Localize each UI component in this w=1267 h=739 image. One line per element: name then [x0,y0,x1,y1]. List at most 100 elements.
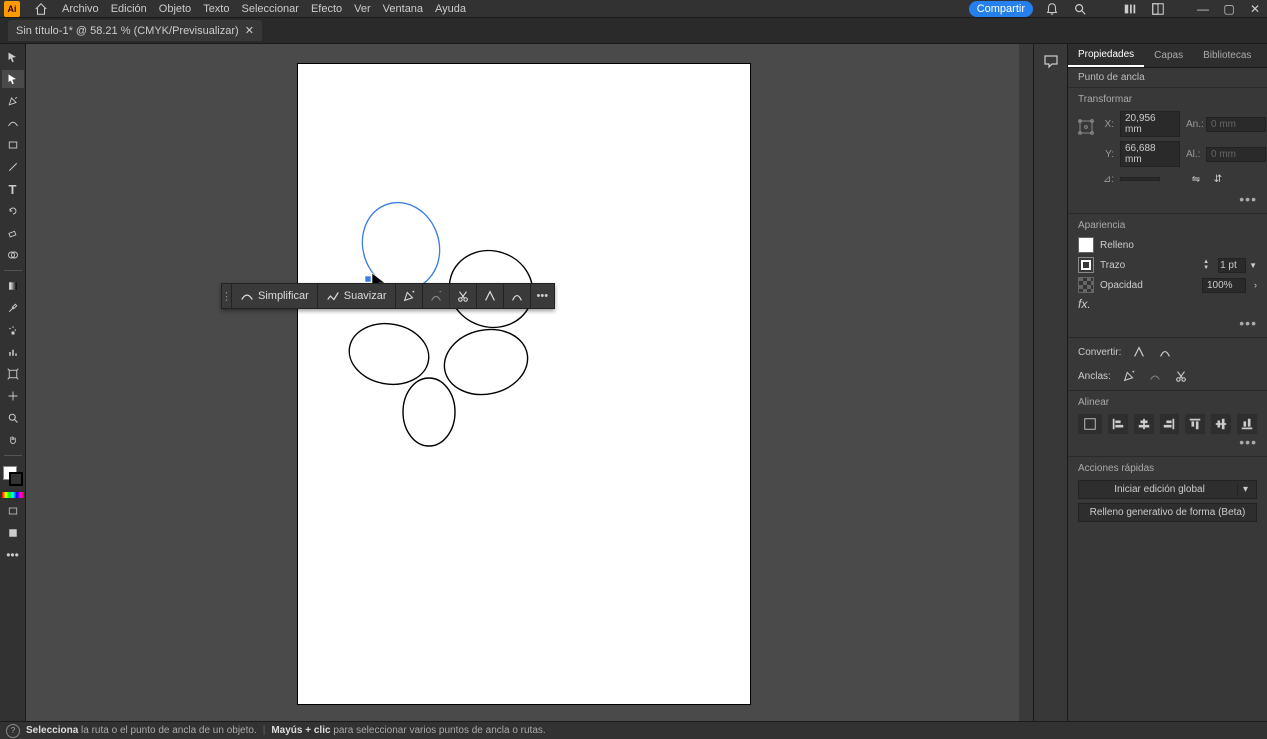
workspace-icon[interactable] [1149,0,1167,18]
menu-edicion[interactable]: Edición [111,3,147,15]
menu-objeto[interactable]: Objeto [159,3,191,15]
type-tool[interactable]: T [2,180,24,198]
share-button[interactable]: Compartir [969,1,1033,17]
rotate-tool[interactable] [2,202,24,220]
stroke-weight-dropdown[interactable]: ▼ [1249,261,1257,270]
more-options-button[interactable]: ••• [531,290,555,302]
flip-horizontal-icon[interactable]: ⇋ [1188,171,1204,187]
menu-efecto[interactable]: Efecto [311,3,342,15]
stroke-weight-input[interactable] [1218,258,1246,273]
edit-toolbar[interactable]: ••• [2,546,24,564]
tab-capas[interactable]: Capas [1144,44,1193,67]
opacity-value[interactable]: 100% [1202,278,1246,293]
global-edit-button[interactable]: Iniciar edición global ▾ [1078,480,1257,499]
menu-archivo[interactable]: Archivo [62,3,99,15]
canvas-area[interactable]: ⋮ Simplificar Suavizar ••• [26,44,1019,721]
cut-anchor-icon[interactable] [1173,368,1189,384]
opacity-popup[interactable]: › [1254,280,1257,290]
zoom-tool[interactable] [2,409,24,427]
convert-corner-icon[interactable] [1131,344,1147,360]
fill-label: Relleno [1100,240,1134,251]
convert-smooth-icon[interactable] [1157,344,1173,360]
shape-builder-tool[interactable] [2,246,24,264]
search-icon[interactable] [1071,0,1089,18]
smooth-button[interactable]: Suavizar [318,284,396,308]
hand-tool[interactable] [2,431,24,449]
help-icon[interactable]: ? [6,724,20,738]
contextual-toolbar: ⋮ Simplificar Suavizar ••• [221,283,555,309]
appearance-more[interactable]: ••• [1078,315,1257,331]
paintbrush-tool[interactable] [2,158,24,176]
anchor-section: Convertir: Anclas: [1068,338,1267,391]
document-tab-bar: Sin título-1* @ 58.21 % (CMYK/Previsuali… [0,18,1267,44]
add-anchor-button[interactable] [396,284,423,308]
bell-icon[interactable] [1043,0,1061,18]
generative-fill-button[interactable]: Relleno generativo de forma (Beta) [1078,503,1257,522]
vertical-scrollbar[interactable] [1019,44,1033,721]
menu-ver[interactable]: Ver [354,3,371,15]
screen-mode[interactable] [2,502,24,520]
fill-swatch[interactable] [1078,237,1094,253]
align-top[interactable] [1185,414,1205,434]
align-left[interactable] [1108,414,1128,434]
close-window-button[interactable]: ✕ [1247,3,1263,15]
simplify-button[interactable]: Simplificar [232,284,318,308]
align-more[interactable]: ••• [1078,434,1257,450]
curvature-tool[interactable] [2,114,24,132]
toolbar-grip[interactable]: ⋮ [222,284,232,308]
menu-seleccionar[interactable]: Seleccionar [241,3,298,15]
menu-ventana[interactable]: Ventana [383,3,423,15]
y-value[interactable]: 66,688 mm [1120,141,1180,167]
stroke-stepper[interactable]: ▲▼ [1203,259,1215,271]
direct-selection-tool[interactable] [2,70,24,88]
x-value[interactable]: 20,956 mm [1120,111,1180,137]
align-to-dropdown[interactable] [1078,414,1102,434]
minimize-button[interactable]: — [1195,3,1211,15]
menu-ayuda[interactable]: Ayuda [435,3,466,15]
draw-mode[interactable] [2,524,24,542]
arrange-icon[interactable] [1121,0,1139,18]
global-edit-dropdown[interactable]: ▾ [1237,484,1253,495]
transform-more[interactable]: ••• [1078,191,1257,207]
close-tab-button[interactable]: ✕ [245,24,254,37]
gradient-tool[interactable] [2,277,24,295]
selection-tool[interactable] [2,48,24,66]
pen-tool[interactable] [2,92,24,110]
convert-smooth-button[interactable] [504,284,531,308]
add-anchor-icon[interactable] [1121,368,1137,384]
effects-button[interactable]: fx. [1078,297,1091,311]
align-hcenter[interactable] [1134,414,1154,434]
symbol-sprayer-tool[interactable] [2,321,24,339]
eraser-tool[interactable] [2,224,24,242]
connect-anchor-icon[interactable] [1147,368,1163,384]
angle-label: ⊿: [1100,174,1114,185]
flip-vertical-icon[interactable]: ⇵ [1210,171,1226,187]
home-button[interactable] [32,1,50,17]
rectangle-tool[interactable] [2,136,24,154]
convert-corner-button[interactable] [477,284,504,308]
remove-anchor-button[interactable] [423,284,450,308]
tab-bibliotecas[interactable]: Bibliotecas [1193,44,1261,67]
stroke-swatch[interactable] [9,472,23,486]
align-bottom[interactable] [1237,414,1257,434]
color-spectrum[interactable] [2,492,24,498]
eyedropper-tool[interactable] [2,299,24,317]
column-graph-tool[interactable] [2,343,24,361]
status-bold-2: Mayús + clic [271,725,330,736]
properties-tabs: Propiedades Capas Bibliotecas [1068,44,1267,68]
appearance-section: Apariencia Relleno Trazo ▲▼ ▼ Opacidad 1… [1068,214,1267,338]
align-vcenter[interactable] [1211,414,1231,434]
document-tab[interactable]: Sin título-1* @ 58.21 % (CMYK/Previsuali… [8,20,262,41]
maximize-button[interactable]: ▢ [1221,3,1237,15]
stroke-swatch[interactable] [1078,257,1094,273]
tab-propiedades[interactable]: Propiedades [1068,44,1144,67]
comments-panel-icon[interactable] [1038,48,1064,74]
fill-stroke-swatch[interactable] [3,466,23,486]
align-right[interactable] [1160,414,1180,434]
x-label: X: [1100,119,1114,130]
opacity-swatch[interactable] [1078,277,1094,293]
menu-texto[interactable]: Texto [203,3,229,15]
slice-tool[interactable] [2,387,24,405]
cut-path-button[interactable] [450,284,477,308]
artboard-tool[interactable] [2,365,24,383]
